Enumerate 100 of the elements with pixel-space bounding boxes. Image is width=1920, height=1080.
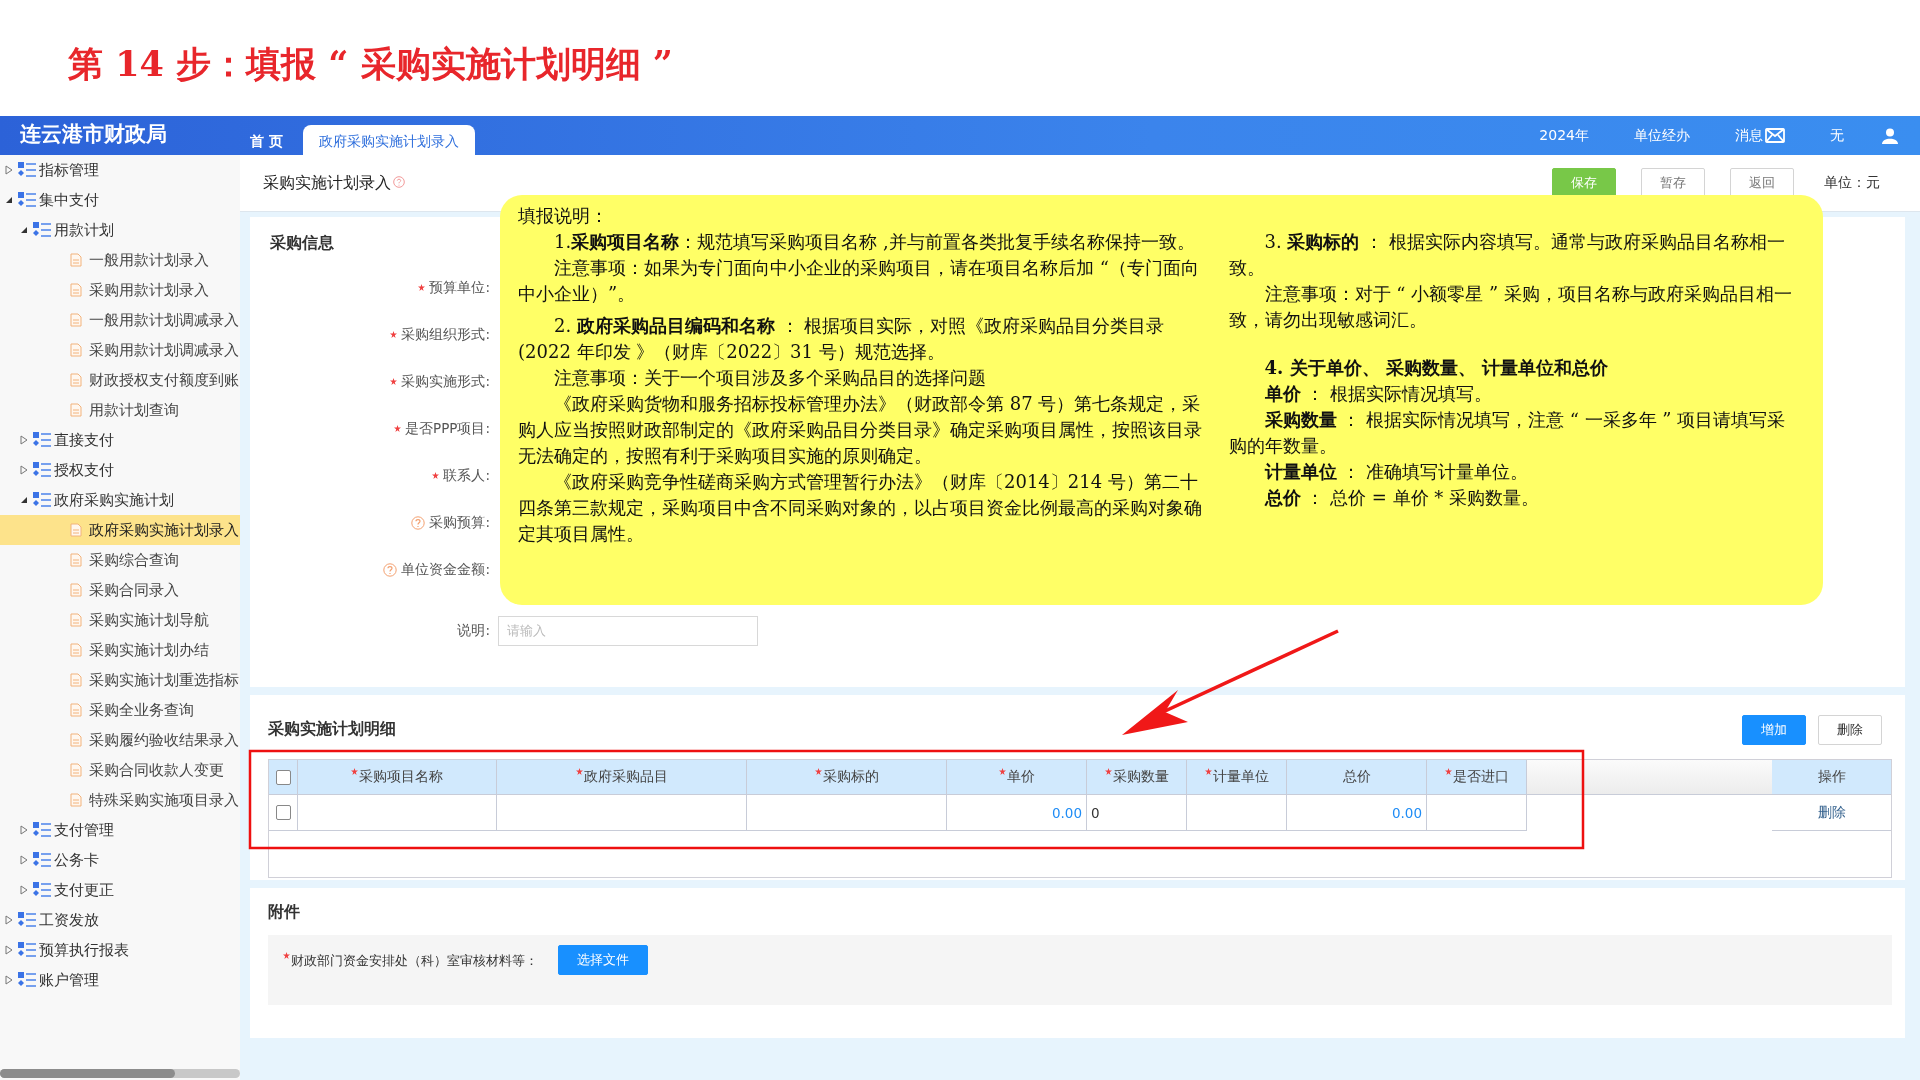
document-icon bbox=[70, 763, 82, 777]
column-label: 是否进口 bbox=[1452, 768, 1509, 786]
tree-item[interactable]: 指标管理 bbox=[39, 160, 99, 180]
tree-item[interactable]: 预算执行报表 bbox=[39, 940, 129, 960]
document-icon bbox=[70, 283, 82, 297]
column-label: 政府采购品目 bbox=[583, 768, 668, 786]
checkbox[interactable] bbox=[275, 769, 291, 785]
field-label: 预算单位: bbox=[429, 278, 490, 297]
instruction-text: 4. 关于单价、 采购数量、 计量单位和总价 bbox=[1263, 356, 1610, 380]
tree-item[interactable]: 政府采购实施计划 bbox=[54, 490, 174, 510]
tree-list-icon bbox=[17, 191, 37, 209]
instruction-text: 1.采购项目名称：规范填写采购项目名称 ,并与前置各类批复手续名称保持一致。 bbox=[553, 230, 1196, 254]
tree-item[interactable]: 采购用款计划调减录入 bbox=[89, 340, 239, 360]
instruction-text: 《政府采购货物和服务招标投标管理办法》（财政部令第 87 号）第七条规定，采购人应当按照财政部制定的《政府采购品目分类目录》确定采购项目属性，按照该目录无法确定的，按照有利于采购项目实施的原则确定。 bbox=[518, 392, 1203, 468]
column-label: 计量单位 bbox=[1212, 768, 1269, 786]
column-label: 总价 bbox=[1342, 768, 1371, 786]
tree-item[interactable]: 财政授权支付额度到账 bbox=[89, 370, 239, 390]
instruction-text: 总价 ： 总价 = 单价 * 采购数量。 bbox=[1263, 486, 1540, 510]
tree-item[interactable]: 支付更正 bbox=[54, 880, 114, 900]
table-cell: 0.00 bbox=[1287, 795, 1427, 831]
tree-item[interactable]: 采购综合查询 bbox=[89, 550, 179, 570]
triangle-icon[interactable] bbox=[4, 195, 14, 205]
tree-item[interactable]: 授权支付 bbox=[54, 460, 114, 480]
unit-label: 单位：元 bbox=[1824, 174, 1880, 192]
instruction-text: 注意事项：如果为专门面向中小企业的采购项目，请在项目名称后加 “（专门面向中小企业）”。 bbox=[518, 256, 1200, 306]
section-title: 采购实施计划明细 bbox=[268, 719, 396, 740]
tree-list-icon bbox=[32, 851, 52, 869]
page-title: 采购实施计划录入 bbox=[263, 172, 391, 194]
document-icon bbox=[70, 343, 82, 357]
tree-item[interactable]: 直接支付 bbox=[54, 430, 114, 450]
tree-list-icon bbox=[32, 821, 52, 839]
document-icon bbox=[70, 403, 82, 417]
tree-item[interactable]: 公务卡 bbox=[54, 850, 99, 870]
nav-tab[interactable]: 政府采购实施计划录入 bbox=[302, 125, 475, 155]
tree-item[interactable]: 采购全业务查询 bbox=[89, 700, 194, 720]
tree-item[interactable]: 政府采购实施计划录入 bbox=[89, 520, 239, 540]
tree-list-icon bbox=[32, 221, 52, 239]
document-icon bbox=[70, 313, 82, 327]
tree-item[interactable]: 采购合同录入 bbox=[89, 580, 179, 600]
tree-item[interactable]: 集中支付 bbox=[39, 190, 99, 210]
instruction-text: 注意事项：对于 “ 小额零星 ” 采购，项目名称与政府采购品目相一致，请勿出现敏感词汇。 bbox=[1228, 282, 1793, 332]
tree-list-icon bbox=[17, 161, 37, 179]
document-icon bbox=[70, 733, 82, 747]
instruction-text: 采购数量 ： 根据实际情况填写，注意 “ 一采多年 ” 项目请填写采购的年数量。 bbox=[1228, 408, 1787, 458]
column-label: 采购项目名称 bbox=[359, 768, 443, 786]
document-icon bbox=[70, 643, 82, 657]
tree-item[interactable]: 工资发放 bbox=[39, 910, 99, 930]
field-label: 采购组织形式: bbox=[401, 325, 490, 344]
tree-item[interactable]: 采购实施计划重选指标 bbox=[89, 670, 239, 690]
field-label: 采购实施形式: bbox=[401, 372, 490, 391]
instruction-text: 《政府采购竞争性磋商采购方式管理暂行办法》（财库〔2014〕214 号）第二十四条第三款规定，采购项目中含不同采购对象的，以占项目资金比例最高的采购对象确定其项目属性。 bbox=[518, 470, 1203, 546]
tree-list-icon bbox=[17, 941, 37, 959]
table-cell: 0.00 bbox=[947, 795, 1087, 831]
upload-label: 财政部门资金安排处（科）室审核材料等： bbox=[291, 952, 538, 970]
triangle-icon[interactable] bbox=[19, 225, 29, 235]
tree-item[interactable]: 用款计划 bbox=[54, 220, 114, 240]
delete-link[interactable]: 删除 bbox=[1817, 803, 1846, 822]
tree-list-icon bbox=[32, 431, 52, 449]
tree-item[interactable]: 一般用款计划调减录入 bbox=[89, 310, 239, 330]
tree-item[interactable]: 采购用款计划录入 bbox=[89, 280, 209, 300]
mail-icon bbox=[1765, 128, 1785, 143]
instruction-text: 2. 政府采购品目编码和名称 ： 根据项目实际，对照《政府采购品目分类目录(2022 年印发 》（财库〔2022〕31 号）规范选择。 bbox=[518, 314, 1166, 364]
checkbox[interactable] bbox=[275, 805, 291, 820]
tree-item[interactable]: 采购履约验收结果录入 bbox=[89, 730, 239, 750]
tree-list-icon bbox=[17, 971, 37, 989]
tree-item[interactable]: 采购实施计划导航 bbox=[89, 610, 209, 630]
nav-tab[interactable]: 首 页 bbox=[240, 125, 293, 155]
step-title: 第 14 步：填报 “ 采购实施计划明细 ” bbox=[67, 42, 673, 86]
document-icon bbox=[70, 673, 82, 687]
header-link[interactable]: 2024年 bbox=[1539, 126, 1589, 145]
instruction-text: 注意事项：关于一个项目涉及多个采购品目的选择问题 bbox=[553, 366, 987, 390]
tree-list-icon bbox=[17, 911, 37, 929]
field-label: 联系人: bbox=[443, 466, 490, 485]
tree-item[interactable]: 采购合同收款人变更 bbox=[89, 760, 224, 780]
document-icon bbox=[70, 793, 82, 807]
document-icon bbox=[70, 553, 82, 567]
user-icon[interactable] bbox=[1882, 127, 1898, 144]
app-logo: 连云港市财政局 bbox=[19, 121, 168, 148]
tree-item[interactable]: 特殊采购实施项目录入 bbox=[89, 790, 239, 810]
tree-item[interactable]: 一般用款计划录入 bbox=[89, 250, 209, 270]
tree-item[interactable]: 用款计划查询 bbox=[89, 400, 179, 420]
tree-list-icon bbox=[32, 461, 52, 479]
triangle-icon[interactable] bbox=[19, 495, 29, 505]
note-heading: 填报说明： bbox=[518, 204, 608, 228]
column-label: 采购标的 bbox=[822, 768, 879, 786]
instruction-text: 计量单位 ： 准确填写计量单位。 bbox=[1263, 460, 1529, 484]
column-label: 采购数量 bbox=[1112, 768, 1169, 786]
toolbar-button[interactable]: 返回 bbox=[1730, 168, 1794, 198]
tree-item[interactable]: 支付管理 bbox=[54, 820, 114, 840]
toolbar-button[interactable]: 暂存 bbox=[1641, 168, 1705, 198]
table-action-button[interactable]: 删除 bbox=[1818, 715, 1882, 745]
scrollbar-thumb[interactable] bbox=[0, 1069, 175, 1078]
text-field[interactable]: 请输入 bbox=[498, 615, 758, 646]
document-icon bbox=[70, 253, 82, 267]
document-icon bbox=[70, 373, 82, 387]
table-header-cell: 操作 bbox=[1772, 760, 1891, 795]
tree-list-icon bbox=[32, 491, 52, 509]
tree-item[interactable]: 账户管理 bbox=[39, 970, 99, 990]
tree-list-icon bbox=[32, 881, 52, 899]
tree-item[interactable]: 采购实施计划办结 bbox=[89, 640, 209, 660]
